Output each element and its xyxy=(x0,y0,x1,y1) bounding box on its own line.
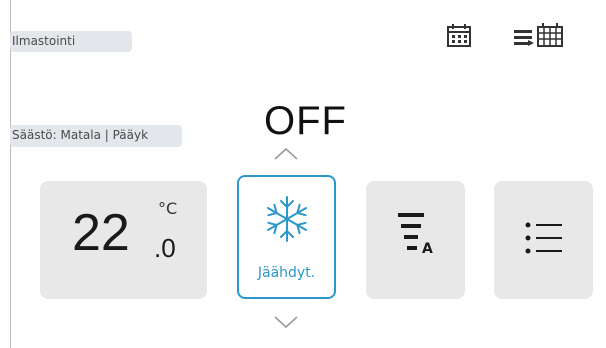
fan-speed-icon: A xyxy=(394,211,442,269)
weekly-schedule-icon[interactable] xyxy=(510,22,566,48)
fan-speed-button[interactable]: A xyxy=(366,181,465,299)
snowflake-icon xyxy=(261,193,313,245)
chevron-up-icon[interactable] xyxy=(272,146,300,162)
chevron-down-icon[interactable] xyxy=(272,314,300,330)
calendar-icon[interactable] xyxy=(442,22,478,48)
mode-button[interactable]: Jäähdyt. xyxy=(237,175,336,299)
options-menu-button[interactable] xyxy=(494,181,593,299)
temperature-decimal: .0 xyxy=(154,233,176,263)
fan-auto-badge: A xyxy=(422,241,433,257)
mode-summary: Säästö: Matala | Pääyk xyxy=(10,125,182,147)
temperature-value: 22 xyxy=(72,204,130,262)
temperature-unit: °C xyxy=(158,199,178,218)
frame-divider xyxy=(10,0,11,348)
mode-label: Jäähdyt. xyxy=(257,265,316,281)
list-menu-icon xyxy=(522,217,566,261)
temperature-tile[interactable]: 22 °C .0 xyxy=(40,181,207,299)
page-title: Ilmastointi xyxy=(10,31,132,52)
power-status: OFF xyxy=(264,99,347,143)
